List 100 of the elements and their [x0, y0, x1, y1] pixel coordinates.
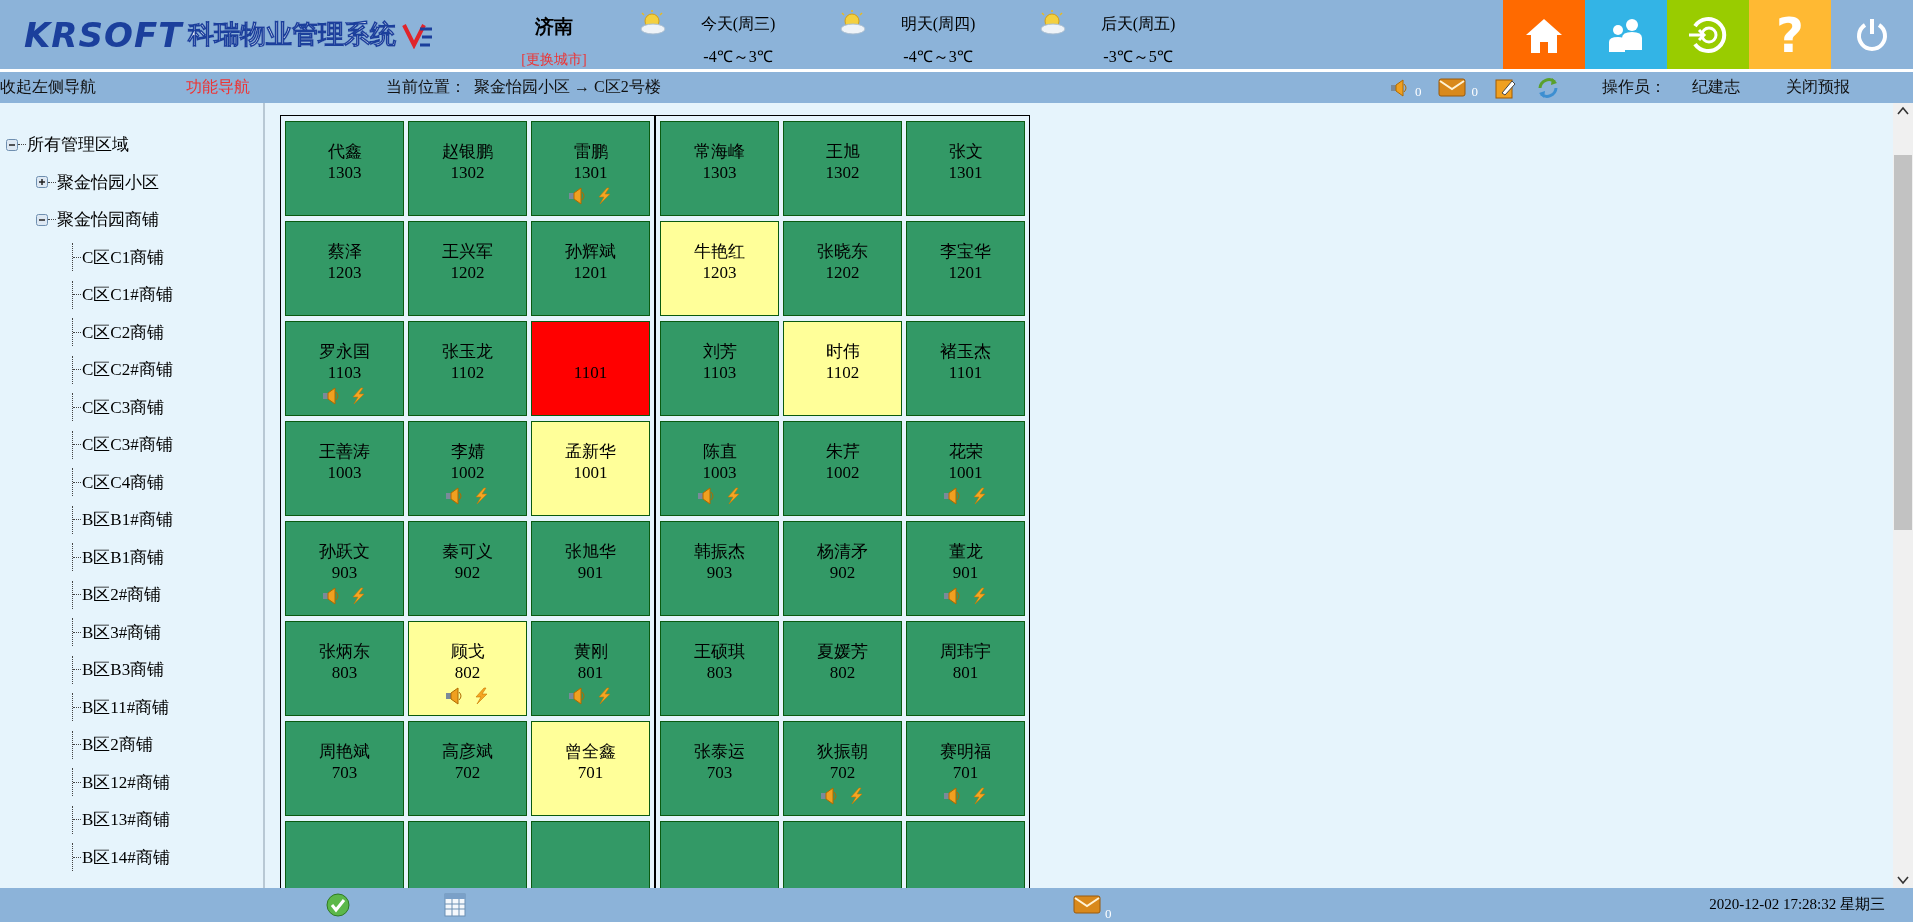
- room-tile[interactable]: 狄振朝 702: [783, 720, 902, 816]
- room-tile[interactable]: 王兴军 1202: [408, 220, 527, 316]
- tree-item[interactable]: C区C4商铺: [82, 470, 165, 494]
- room-tile[interactable]: 花荣 1001: [906, 420, 1025, 516]
- tree-item[interactable]: 所有管理区域: [27, 133, 129, 156]
- mail-icon: [1437, 77, 1466, 99]
- room-tile[interactable]: 雷鹏 1301: [531, 120, 650, 216]
- room-tile[interactable]: 孟新华 1001: [531, 420, 650, 516]
- room-tile[interactable]: 董龙 901: [906, 520, 1025, 616]
- room-tile[interactable]: 黄刚 801: [531, 620, 650, 716]
- room-tile[interactable]: 牛艳红 1203: [660, 220, 779, 316]
- room-number: 703: [331, 761, 358, 783]
- room-tile[interactable]: 孙辉斌 1201: [531, 220, 650, 316]
- room-tile[interactable]: 李宝华 1201: [906, 220, 1025, 316]
- tenant-name: 王旭: [825, 140, 860, 162]
- room-number: 901: [577, 561, 604, 583]
- tree-item[interactable]: C区C2#商铺: [82, 358, 173, 381]
- users-button[interactable]: [1585, 0, 1667, 70]
- tree-item[interactable]: B区12#商铺: [82, 770, 170, 794]
- scrollbar[interactable]: [1893, 102, 1913, 888]
- room-number: 701: [952, 761, 979, 783]
- speaker-icon: [322, 586, 341, 605]
- tenant-name: 孙跃文: [319, 540, 370, 562]
- sound-count: 0: [1415, 83, 1422, 100]
- tree-item[interactable]: C区C3#商铺: [82, 433, 173, 456]
- room-tile[interactable]: 代鑫 1303: [285, 120, 404, 216]
- tree-item[interactable]: B区13#商铺: [82, 808, 170, 831]
- room-tile[interactable]: 李婧 1002: [408, 420, 527, 516]
- tree-item[interactable]: B区2#商铺: [82, 583, 162, 606]
- forecast-day: 今天(周三): [700, 14, 776, 35]
- tree-item[interactable]: C区C1商铺: [82, 245, 165, 269]
- room-tile[interactable]: [285, 820, 404, 888]
- tenant-name: 代鑫: [327, 140, 362, 162]
- expand-icon[interactable]: [36, 176, 48, 188]
- room-tile[interactable]: 周艳斌 703: [285, 720, 404, 816]
- room-number: 1201: [573, 261, 608, 283]
- room-tile[interactable]: 王旭 1302: [783, 120, 902, 216]
- tenant-name: 王硕琪: [694, 640, 745, 662]
- room-tile[interactable]: 常海峰 1303: [660, 120, 779, 216]
- tree-item[interactable]: B区11#商铺: [82, 695, 170, 719]
- room-tile[interactable]: [783, 820, 902, 888]
- tree-item[interactable]: C区C3商铺: [82, 395, 165, 419]
- room-tile[interactable]: 张文 1301: [906, 120, 1025, 216]
- tree-item[interactable]: B区14#商铺: [82, 845, 170, 869]
- tree-item[interactable]: B区2商铺: [82, 733, 153, 756]
- mail-icon: [1073, 894, 1101, 916]
- room-tile[interactable]: 孙跃文 903: [285, 520, 404, 616]
- room-tile[interactable]: 王善涛 1003: [285, 420, 404, 516]
- room-tile[interactable]: 秦可义 902: [408, 520, 527, 616]
- room-tile[interactable]: 顾戈 802: [408, 620, 527, 716]
- tenant-name: 朱芹: [825, 440, 860, 462]
- room-tile[interactable]: 罗永国 1103: [285, 320, 404, 416]
- close-forecast-link[interactable]: 关闭预报: [1786, 77, 1850, 99]
- tree-item[interactable]: B区3#商铺: [82, 620, 162, 644]
- room-tile[interactable]: 高彦斌 702: [408, 720, 527, 816]
- room-tile[interactable]: 张炳东 803: [285, 620, 404, 716]
- room-tile[interactable]: 赛明福 701: [906, 720, 1025, 816]
- room-tile[interactable]: 杨清矛 902: [783, 520, 902, 616]
- tree-item[interactable]: B区B3商铺: [82, 658, 165, 681]
- room-tile[interactable]: 褚玉杰 1101: [906, 320, 1025, 416]
- room-tile[interactable]: [906, 820, 1025, 888]
- app-title: 科瑞物业管理系统: [188, 18, 397, 52]
- collapse-icon[interactable]: [6, 138, 18, 151]
- tree-item[interactable]: C区C1#商铺: [82, 283, 173, 306]
- room-tile[interactable]: 时伟 1102: [783, 320, 902, 416]
- room-tile[interactable]: 夏媛芳 802: [783, 620, 902, 716]
- room-tile[interactable]: [531, 820, 650, 888]
- home-button[interactable]: [1503, 0, 1585, 70]
- room-tile[interactable]: 陈直 1003: [660, 420, 779, 516]
- tree-item[interactable]: B区B1#商铺: [82, 508, 173, 531]
- tree-item[interactable]: B区B1商铺: [82, 545, 165, 569]
- room-tile[interactable]: 赵银鹏 1302: [408, 120, 527, 216]
- switch-button[interactable]: [1667, 0, 1749, 70]
- room-tile[interactable]: [408, 820, 527, 888]
- tree-item[interactable]: 聚金怡园小区: [57, 170, 159, 194]
- room-tile[interactable]: 张旭华 901: [531, 520, 650, 616]
- collapse-icon[interactable]: [36, 213, 48, 226]
- room-number: 801: [952, 661, 979, 683]
- room-tile[interactable]: 张泰运 703: [660, 720, 779, 816]
- room-tile[interactable]: 周玮宇 801: [906, 620, 1025, 716]
- room-tile[interactable]: [660, 820, 779, 888]
- room-tile[interactable]: 刘芳 1103: [660, 320, 779, 416]
- sun-cloud-icon: [638, 10, 668, 35]
- room-tile[interactable]: 曾全鑫 701: [531, 720, 650, 816]
- date-time: 2020-12-02 17:28:32 星期三: [1709, 895, 1886, 915]
- room-tile[interactable]: 张晓东 1202: [783, 220, 902, 316]
- room-number: 1102: [450, 361, 485, 383]
- speaker-icon: [322, 386, 341, 405]
- forecast-day: 后天(周五): [1100, 14, 1176, 35]
- tree-item[interactable]: C区C2商铺: [82, 320, 165, 344]
- tree-item[interactable]: 聚金怡园商铺: [57, 208, 159, 231]
- room-tile[interactable]: 韩振杰 903: [660, 520, 779, 616]
- room-tile[interactable]: 朱芹 1002: [783, 420, 902, 516]
- room-number: 902: [454, 561, 481, 583]
- room-tile[interactable]: 张玉龙 1102: [408, 320, 527, 416]
- collapse-nav-link[interactable]: 收起左侧导航: [0, 77, 186, 99]
- room-tile[interactable]: 蔡泽 1203: [285, 220, 404, 316]
- room-tile[interactable]: 1101: [531, 320, 650, 416]
- room-tile[interactable]: 王硕琪 803: [660, 620, 779, 716]
- tenant-name: 杨清矛: [817, 540, 868, 562]
